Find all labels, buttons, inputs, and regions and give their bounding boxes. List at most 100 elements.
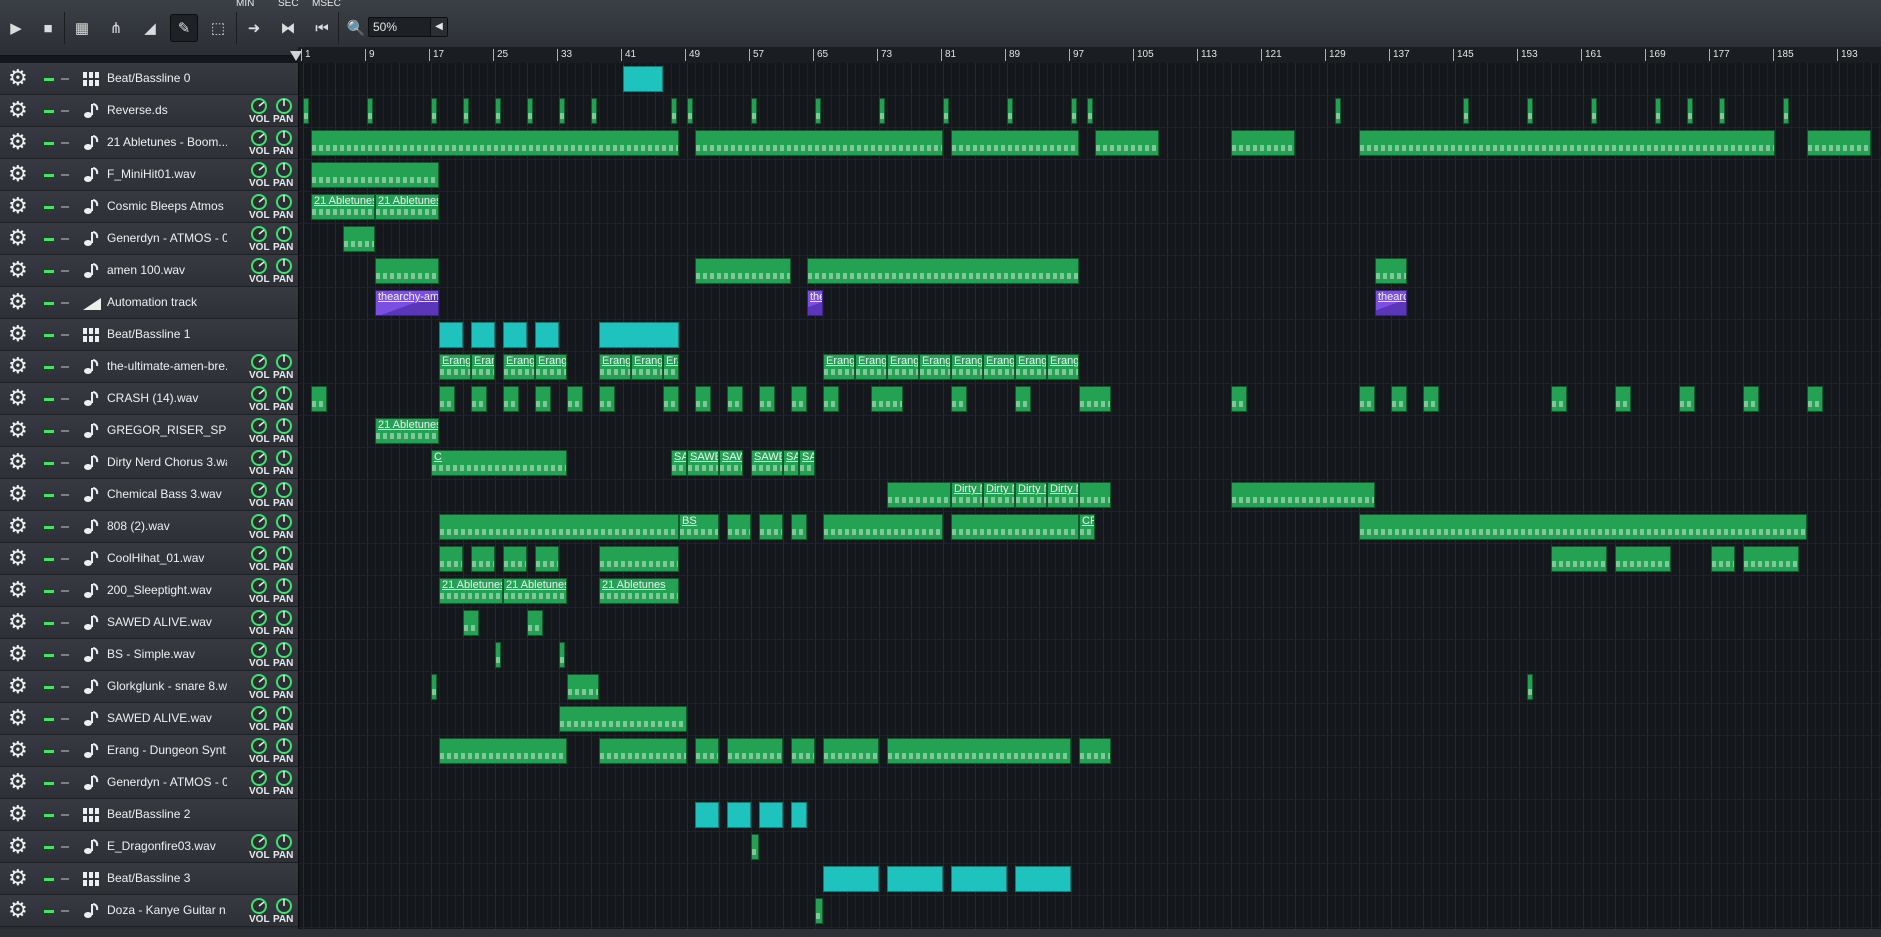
- pan-knob[interactable]: [275, 513, 293, 531]
- sample-clip[interactable]: [1783, 98, 1789, 124]
- track-lane[interactable]: [299, 255, 1881, 288]
- sample-clip[interactable]: [1079, 482, 1111, 508]
- sample-clip[interactable]: [951, 130, 1079, 156]
- sample-clip[interactable]: 21 Abletunes: [503, 578, 567, 604]
- sample-clip[interactable]: [791, 738, 815, 764]
- solo-button[interactable]: [61, 366, 69, 368]
- sample-clip[interactable]: [439, 514, 679, 540]
- sample-clip[interactable]: [431, 98, 437, 124]
- mute-button[interactable]: [44, 462, 54, 465]
- sample-clip[interactable]: [367, 98, 373, 124]
- loop-points-button[interactable]: ⧓: [274, 14, 302, 42]
- sample-clip[interactable]: Erang: [535, 354, 567, 380]
- mute-button[interactable]: [44, 526, 54, 529]
- mute-button[interactable]: [44, 814, 54, 817]
- gear-icon[interactable]: ⚙: [8, 611, 28, 633]
- track-row[interactable]: ⚙ SAWED ALIVE.wav VOL PAN: [0, 607, 298, 639]
- pan-knob[interactable]: [275, 769, 293, 787]
- mute-button[interactable]: [44, 750, 54, 753]
- pan-knob[interactable]: [275, 481, 293, 499]
- sample-clip[interactable]: [791, 514, 807, 540]
- pan-knob[interactable]: [275, 705, 293, 723]
- track-row[interactable]: ⚙ Generdyn - ATMOS - 0... VOL PAN: [0, 767, 298, 799]
- sample-clip[interactable]: [759, 386, 775, 412]
- sample-clip[interactable]: [1615, 386, 1631, 412]
- sample-clip[interactable]: [1527, 98, 1533, 124]
- track-name[interactable]: Cosmic Bleeps Atmos L...: [107, 199, 227, 213]
- sample-clip[interactable]: [471, 546, 495, 572]
- sample-clip[interactable]: [751, 98, 757, 124]
- sample-clip[interactable]: Erang: [983, 354, 1015, 380]
- track-name[interactable]: F_MiniHit01.wav: [107, 167, 227, 181]
- solo-button[interactable]: [61, 814, 69, 816]
- mute-button[interactable]: [44, 558, 54, 561]
- sample-clip[interactable]: [1591, 98, 1597, 124]
- mute-button[interactable]: [44, 334, 54, 337]
- sample-clip[interactable]: [1551, 386, 1567, 412]
- gear-icon[interactable]: ⚙: [8, 707, 28, 729]
- volume-knob[interactable]: [250, 129, 268, 147]
- beat-bassline-pattern[interactable]: [759, 802, 783, 828]
- solo-button[interactable]: [61, 910, 69, 912]
- pan-knob[interactable]: [275, 97, 293, 115]
- track-lane[interactable]: [299, 191, 1881, 224]
- zoom-icon[interactable]: 🔍: [342, 14, 370, 42]
- track-row[interactable]: ⚙ Beat/Bassline 0: [0, 63, 298, 95]
- solo-button[interactable]: [61, 398, 69, 400]
- stop-button[interactable]: ■: [34, 14, 62, 42]
- mute-button[interactable]: [44, 430, 54, 433]
- track-lane[interactable]: [299, 799, 1881, 832]
- sample-clip[interactable]: CR: [1079, 514, 1095, 540]
- sample-clip[interactable]: [535, 386, 551, 412]
- solo-button[interactable]: [61, 462, 69, 464]
- sample-clip[interactable]: [695, 738, 719, 764]
- sample-clip[interactable]: Erang: [919, 354, 951, 380]
- sample-clip[interactable]: BS: [679, 514, 719, 540]
- sample-clip[interactable]: [951, 386, 967, 412]
- volume-knob[interactable]: [250, 609, 268, 627]
- sample-clip[interactable]: [951, 514, 1079, 540]
- sample-clip[interactable]: [495, 642, 501, 668]
- add-sample-track-button[interactable]: ⋔: [102, 14, 130, 42]
- track-row[interactable]: ⚙ Reverse.ds VOL PAN: [0, 95, 298, 127]
- zoom-select[interactable]: 50% ◀: [368, 17, 448, 37]
- beat-bassline-pattern[interactable]: [439, 322, 463, 348]
- gear-icon[interactable]: ⚙: [8, 451, 28, 473]
- gear-icon[interactable]: ⚙: [8, 483, 28, 505]
- sample-clip[interactable]: [807, 258, 1079, 284]
- sample-clip[interactable]: [671, 98, 677, 124]
- pan-knob[interactable]: [275, 577, 293, 595]
- mute-button[interactable]: [44, 206, 54, 209]
- sample-clip[interactable]: [1743, 386, 1759, 412]
- sample-clip[interactable]: Erang: [887, 354, 919, 380]
- solo-button[interactable]: [61, 494, 69, 496]
- sample-clip[interactable]: [535, 546, 559, 572]
- add-beat-bassline-button[interactable]: ▦: [68, 14, 96, 42]
- track-row[interactable]: ⚙ Erang - Dungeon Synt... VOL PAN: [0, 735, 298, 767]
- track-name[interactable]: Chemical Bass 3.wav: [107, 487, 227, 501]
- track-lane[interactable]: [299, 863, 1881, 896]
- track-row[interactable]: ⚙ Generdyn - ATMOS - 0... VOL PAN: [0, 223, 298, 255]
- sample-clip[interactable]: [759, 514, 783, 540]
- sample-clip[interactable]: Eran: [471, 354, 495, 380]
- track-name[interactable]: CRASH (14).wav: [107, 391, 227, 405]
- sample-clip[interactable]: Erang: [855, 354, 887, 380]
- sample-clip[interactable]: [439, 738, 567, 764]
- beat-bassline-pattern[interactable]: [695, 802, 719, 828]
- gear-icon[interactable]: ⚙: [8, 899, 28, 921]
- solo-button[interactable]: [61, 846, 69, 848]
- sample-clip[interactable]: [1079, 738, 1111, 764]
- track-lane[interactable]: [299, 639, 1881, 672]
- solo-button[interactable]: [61, 142, 69, 144]
- sample-clip[interactable]: [1615, 546, 1671, 572]
- volume-knob[interactable]: [250, 673, 268, 691]
- track-row[interactable]: ⚙ 808 (2).wav VOL PAN: [0, 511, 298, 543]
- solo-button[interactable]: [61, 110, 69, 112]
- volume-knob[interactable]: [250, 705, 268, 723]
- track-name[interactable]: Erang - Dungeon Synt...: [107, 743, 227, 757]
- sample-clip[interactable]: [495, 98, 501, 124]
- solo-button[interactable]: [61, 430, 69, 432]
- track-name[interactable]: the-ultimate-amen-bre...: [107, 359, 227, 373]
- sample-clip[interactable]: [823, 738, 879, 764]
- mute-button[interactable]: [44, 110, 54, 113]
